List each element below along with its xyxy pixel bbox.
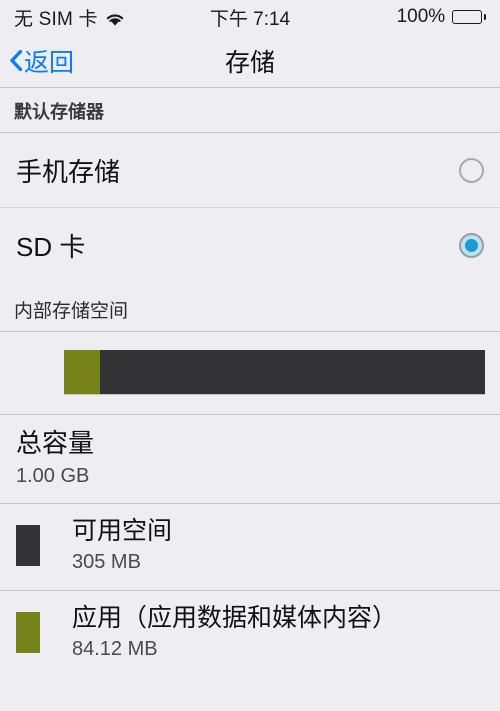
- status-bar-right: 100%: [397, 6, 486, 28]
- storage-item-available[interactable]: 可用空间 305 MB: [0, 503, 500, 590]
- option-label-sd-card: SD 卡: [16, 231, 86, 262]
- storage-bar-segment-apps: [64, 350, 100, 394]
- battery-full-icon: [452, 10, 486, 24]
- back-button[interactable]: 返回: [0, 43, 74, 79]
- option-row-sd-card[interactable]: SD 卡: [0, 208, 500, 282]
- storage-item-text: 可用空间 305 MB: [72, 516, 173, 574]
- status-bar: 无 SIM 卡 下午 7:14 100%: [0, 0, 500, 34]
- radio-button-phone-storage[interactable]: [459, 157, 484, 183]
- storage-item-value-apps: 84.12 MB: [72, 638, 158, 661]
- storage-bar-container: [0, 332, 500, 414]
- color-swatch-apps: [16, 612, 40, 654]
- option-label-phone-storage: 手机存储: [16, 156, 121, 187]
- battery-percent-label: 100%: [396, 6, 446, 27]
- page-title: 存储: [224, 48, 275, 77]
- color-swatch-available: [16, 525, 40, 567]
- storage-item-text: 应用（应用数据和媒体内容） 84.12 MB: [72, 603, 398, 661]
- navigation-bar: 返回 存储: [0, 34, 500, 88]
- storage-item-value-available: 305 MB: [72, 551, 141, 574]
- status-bar-left: 无 SIM 卡: [14, 4, 125, 31]
- total-capacity-value: 1.00 GB: [16, 464, 90, 487]
- radio-button-sd-card[interactable]: [459, 232, 484, 258]
- storage-item-label-apps: 应用（应用数据和媒体内容）: [72, 603, 398, 632]
- total-capacity-row: 总容量 1.00 GB: [0, 415, 500, 503]
- carrier-label: 无 SIM 卡: [14, 8, 98, 30]
- chevron-left-icon: [10, 50, 22, 71]
- storage-item-apps[interactable]: 应用（应用数据和媒体内容） 84.12 MB: [0, 590, 500, 677]
- total-capacity-label: 总容量: [16, 428, 95, 458]
- back-button-label: 返回: [24, 48, 75, 77]
- section-header-default-storage: 默认存储器: [0, 88, 500, 132]
- section-header-internal-storage: 内部存储空间: [0, 282, 500, 331]
- option-row-phone-storage[interactable]: 手机存储: [0, 133, 500, 207]
- storage-bar-segment-free: [99, 350, 485, 394]
- storage-usage-bar: [64, 350, 485, 394]
- phone-screen: 无 SIM 卡 下午 7:14 100% 返回 存储 默认存储器 手机存储 SD…: [0, 0, 500, 711]
- storage-item-label-available: 可用空间: [72, 516, 173, 545]
- wifi-icon: [105, 11, 125, 26]
